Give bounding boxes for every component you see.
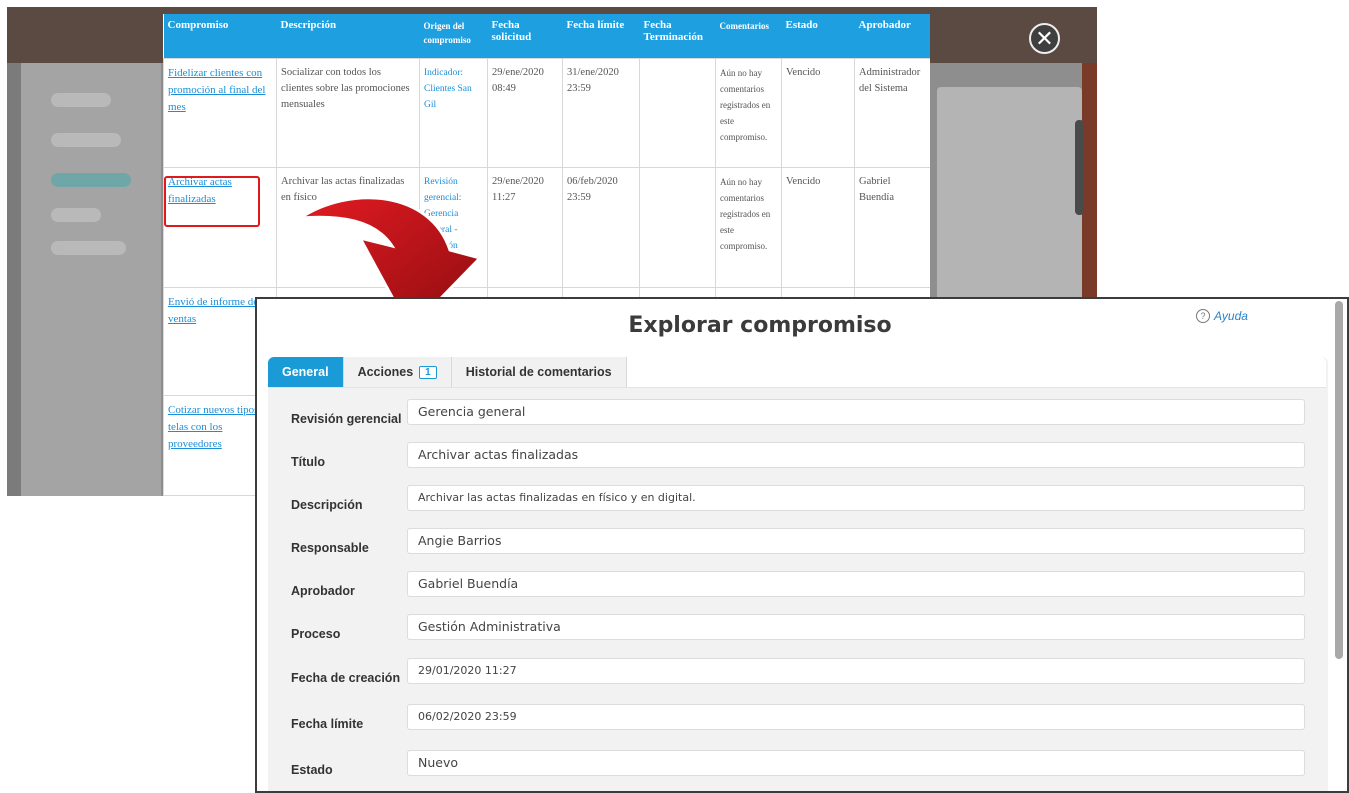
table-cell-descripcion: Socializar con todos los clientes sobre … — [276, 57, 420, 168]
header-compromiso[interactable]: Compromiso — [163, 14, 277, 58]
header-origen[interactable]: Origen del compromiso — [419, 14, 488, 58]
field-row-proceso: Proceso Gestión Administrativa — [268, 613, 1326, 656]
field-row-aprobador: Aprobador Gabriel Buendía — [268, 570, 1326, 613]
background-placeholder — [51, 93, 111, 107]
header-descripcion[interactable]: Descripción — [276, 14, 420, 58]
table-row: Archivar actas finalizadas Archivar las … — [163, 166, 930, 288]
background-placeholder — [51, 208, 101, 222]
help-link[interactable]: ? Ayuda — [1196, 309, 1248, 323]
table-cell-estado: Vencido — [781, 166, 855, 288]
field-label: Título — [291, 455, 326, 469]
count-badge: 1 — [419, 365, 437, 379]
approver-field[interactable]: Gabriel Buendía — [407, 571, 1305, 597]
title-field[interactable]: Archivar actas finalizadas — [407, 442, 1305, 468]
deadline-field[interactable]: 06/02/2020 23:59 — [407, 704, 1305, 730]
field-label: Descripción — [291, 498, 363, 512]
header-fecha-terminacion[interactable]: Fecha Terminación — [639, 14, 716, 58]
header-fecha-limite[interactable]: Fecha límite — [562, 14, 640, 58]
header-fecha-solicitud[interactable]: Fecha solicitud — [487, 14, 563, 58]
tab-general[interactable]: General — [268, 357, 344, 387]
tab-acciones-label: Acciones — [357, 365, 414, 379]
field-row-revision: Revisión gerencial Gerencia general — [268, 398, 1326, 441]
background-placeholder — [51, 173, 131, 187]
field-label: Revisión gerencial — [291, 412, 402, 426]
responsible-field[interactable]: Angie Barrios — [407, 528, 1305, 554]
description-field[interactable]: Archivar las actas finalizadas en físico… — [407, 485, 1305, 511]
header-aprobador[interactable]: Aprobador — [854, 14, 930, 58]
close-icon[interactable]: ✕ — [1029, 23, 1060, 54]
creation-date-field[interactable]: 29/01/2020 11:27 — [407, 658, 1305, 684]
dialog-scrollbar[interactable] — [1335, 301, 1343, 659]
revision-field[interactable]: Gerencia general — [407, 399, 1305, 425]
background-scrollbar[interactable] — [1075, 120, 1084, 215]
table-cell-aprobador: Gabriel Buendía — [854, 166, 930, 288]
background-placeholder — [51, 241, 126, 255]
explore-commitment-dialog: Explorar compromiso ? Ayuda General Acci… — [255, 297, 1349, 793]
process-field[interactable]: Gestión Administrativa — [407, 614, 1305, 640]
field-row-estado: Estado Nuevo — [268, 749, 1326, 791]
highlight-box — [164, 176, 260, 227]
table-cell-comentarios: Aún no hay comentarios registrados en es… — [715, 166, 782, 288]
tab-bar-filler — [626, 357, 1326, 387]
table-cell-fecha-terminacion — [639, 166, 716, 288]
field-label: Estado — [291, 763, 333, 777]
tab-acciones[interactable]: Acciones 1 — [343, 357, 452, 387]
help-label: Ayuda — [1214, 309, 1248, 323]
tab-historial[interactable]: Historial de comentarios — [451, 357, 627, 387]
table-cell-fecha-limite: 31/ene/2020 23:59 — [562, 57, 640, 168]
field-label: Proceso — [291, 627, 341, 641]
origin-link[interactable]: Indicador: Clientes San Gil — [419, 57, 488, 168]
table-cell-comentarios: Aún no hay comentarios registrados en es… — [715, 57, 782, 168]
dialog-title: Explorar compromiso — [628, 313, 892, 338]
field-row-responsable: Responsable Angie Barrios — [268, 527, 1326, 570]
field-label: Aprobador — [291, 584, 355, 598]
field-row-fecha-creacion: Fecha de creación 29/01/2020 11:27 — [268, 657, 1326, 700]
table-cell-fecha-solicitud: 29/ene/2020 11:27 — [487, 166, 563, 288]
tab-bar: General Acciones 1 Historial de comentar… — [268, 357, 1326, 388]
field-row-fecha-limite: Fecha límite 06/02/2020 23:59 — [268, 703, 1326, 746]
field-label: Fecha de creación — [291, 671, 401, 685]
help-circle-icon: ? — [1196, 309, 1210, 323]
table-cell-fecha-limite: 06/feb/2020 23:59 — [562, 166, 640, 288]
field-row-titulo: Título Archivar actas finalizadas — [268, 441, 1326, 484]
table-row: Fidelizar clientes con promoción al fina… — [163, 57, 930, 168]
header-estado[interactable]: Estado — [781, 14, 855, 58]
table-cell-estado: Vencido — [781, 57, 855, 168]
table-header-row: Compromiso Descripción Origen del compro… — [163, 14, 930, 58]
background-left-panel — [21, 63, 161, 496]
commitment-link[interactable]: Fidelizar clientes con promoción al fina… — [163, 57, 277, 168]
form-area: General Acciones 1 Historial de comentar… — [268, 357, 1328, 791]
background-placeholder — [51, 133, 121, 147]
table-cell-aprobador: Administrador del Sistema — [854, 57, 930, 168]
field-label: Responsable — [291, 541, 369, 555]
background-sidebar — [7, 63, 21, 496]
field-label: Fecha límite — [291, 717, 364, 731]
table-cell-fecha-solicitud: 29/ene/2020 08:49 — [487, 57, 563, 168]
status-field[interactable]: Nuevo — [407, 750, 1305, 776]
header-comentarios[interactable]: Comentarios — [715, 14, 782, 58]
table-cell-fecha-terminacion — [639, 57, 716, 168]
tab-historial-label: Historial de comentarios — [465, 365, 612, 379]
field-row-descripcion: Descripción Archivar las actas finalizad… — [268, 484, 1326, 527]
tab-general-label: General — [282, 365, 329, 379]
